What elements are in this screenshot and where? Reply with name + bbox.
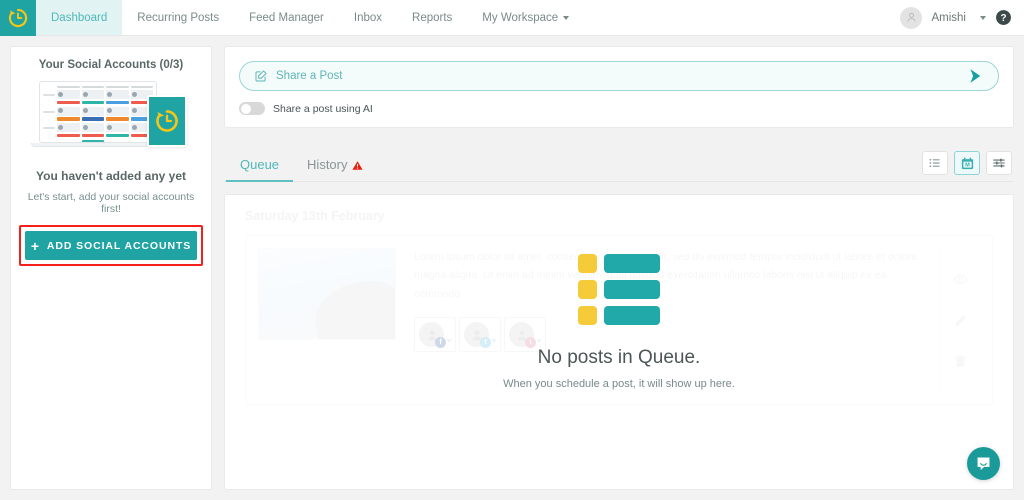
ghost-avatar: f — [419, 322, 446, 349]
social-accounts-panel: Your Social Accounts (0/3) You haven't a… — [10, 46, 212, 490]
instagram-badge-icon: i — [525, 337, 536, 349]
help-circle-icon[interactable]: ? — [995, 9, 1012, 26]
eye-icon — [953, 274, 968, 284]
nav-item-inbox[interactable]: Inbox — [339, 0, 397, 35]
ghost-account-chip-instagram: i — [504, 317, 546, 353]
empty-accounts-subtext: Let's start, add your social accounts fi… — [27, 191, 195, 215]
ghost-avatar: t — [464, 322, 491, 349]
page-body: Your Social Accounts (0/3) You haven't a… — [0, 36, 1024, 500]
list-view-button[interactable] — [922, 151, 948, 175]
laptop-graphic — [31, 81, 165, 151]
user-menu-chevron-down-icon[interactable] — [980, 15, 986, 20]
calendar-view-button[interactable]: M — [954, 151, 980, 175]
view-mode-buttons: M — [922, 151, 1012, 181]
user-name[interactable]: Amishi — [931, 12, 966, 24]
nav-item-recurring-posts[interactable]: Recurring Posts — [122, 0, 234, 35]
nav-item-reports[interactable]: Reports — [397, 0, 467, 35]
ghost-post-date: Saturday 13th February — [245, 209, 385, 223]
nav-label: Dashboard — [51, 11, 108, 24]
nav-item-my-workspace[interactable]: My Workspace — [467, 0, 584, 35]
queue-tabbar: Queue History M — [224, 140, 1014, 182]
chevron-down-icon — [563, 15, 570, 20]
ghost-account-chip-facebook: f — [414, 317, 456, 353]
tab-queue-label: Queue — [240, 157, 280, 172]
nav-label: Reports — [412, 11, 453, 24]
ghost-post-text: Lorem ipsum dolor sit amet, consectetur … — [396, 248, 940, 392]
queue-panel: Saturday 13th February Lorem ipsum dolor… — [224, 194, 1014, 490]
laptop-calendar-illustration-icon — [31, 79, 191, 157]
pencil-square-icon — [255, 70, 267, 82]
annotation-highlight: + ADD SOCIAL ACCOUNTS — [19, 225, 203, 266]
app-logo[interactable] — [0, 0, 36, 36]
chevron-down-icon — [491, 339, 497, 344]
empty-accounts-heading: You haven't added any yet — [36, 169, 186, 183]
ghost-avatar: i — [509, 322, 536, 349]
warning-triangle-icon — [351, 161, 363, 170]
user-avatar-icon — [907, 12, 916, 22]
ghost-post-card: Lorem ipsum dolor sit amet, consectetur … — [245, 235, 993, 405]
tab-queue[interactable]: Queue — [226, 157, 294, 182]
svg-text:M: M — [965, 162, 970, 168]
ghost-post-thumbnail — [258, 248, 396, 340]
sliders-icon — [993, 158, 1005, 168]
add-social-accounts-button[interactable]: + ADD SOCIAL ACCOUNTS — [25, 231, 197, 260]
pencil-icon — [954, 314, 966, 326]
clock-rotate-logo-icon — [8, 8, 28, 28]
main-content: Share a Post Share a post using AI Queue… — [224, 46, 1014, 490]
share-using-ai-label: Share a post using AI — [273, 102, 373, 115]
tab-history[interactable]: History — [293, 157, 376, 181]
filter-settings-button[interactable] — [986, 151, 1012, 175]
chat-widget-button[interactable] — [967, 447, 1000, 480]
share-a-post-label: Share a Post — [276, 70, 343, 82]
calendar-month-icon: M — [961, 157, 973, 169]
nav-label: Inbox — [353, 11, 383, 24]
nav-item-feed-manager[interactable]: Feed Manager — [234, 0, 339, 35]
brand-card — [147, 95, 187, 147]
list-icon — [929, 158, 940, 168]
send-arrow-icon[interactable] — [966, 67, 984, 85]
ai-toggle-row: Share a post using AI — [239, 102, 999, 115]
svg-text:?: ? — [1000, 13, 1006, 24]
compose-panel: Share a Post Share a post using AI — [224, 46, 1014, 128]
ghost-post-body: Lorem ipsum dolor sit amet, consectetur … — [414, 251, 918, 300]
social-accounts-title: Your Social Accounts (0/3) — [38, 59, 184, 71]
main-nav: Dashboard Recurring Posts Feed Manager I… — [36, 0, 584, 35]
plus-icon: + — [30, 237, 40, 254]
nav-label: Recurring Posts — [137, 11, 220, 24]
share-using-ai-toggle[interactable] — [239, 102, 265, 115]
avatar[interactable] — [900, 6, 923, 29]
add-social-accounts-label: ADD SOCIAL ACCOUNTS — [46, 239, 192, 252]
twitter-badge-icon: t — [480, 337, 491, 349]
facebook-badge-icon: f — [435, 337, 446, 349]
chevron-down-icon — [446, 339, 452, 344]
header-right: Amishi ? — [900, 0, 1024, 35]
queue-ghost-preview: Saturday 13th February Lorem ipsum dolor… — [225, 195, 1013, 489]
nav-label: Feed Manager — [249, 11, 324, 24]
trash-icon — [955, 354, 966, 367]
chat-bubble-icon — [977, 457, 990, 471]
app-header: Dashboard Recurring Posts Feed Manager I… — [0, 0, 1024, 36]
tab-history-label: History — [307, 157, 348, 172]
share-a-post-button[interactable]: Share a Post — [239, 61, 999, 91]
nav-label: My Workspace — [482, 11, 559, 24]
nav-item-dashboard[interactable]: Dashboard — [36, 0, 123, 35]
ghost-account-chip-twitter: t — [459, 317, 501, 353]
chevron-down-icon — [536, 339, 542, 344]
ghost-post-actions — [940, 248, 980, 392]
clock-rotate-logo-icon — [156, 110, 178, 132]
ghost-account-chips: f t i — [414, 317, 922, 353]
